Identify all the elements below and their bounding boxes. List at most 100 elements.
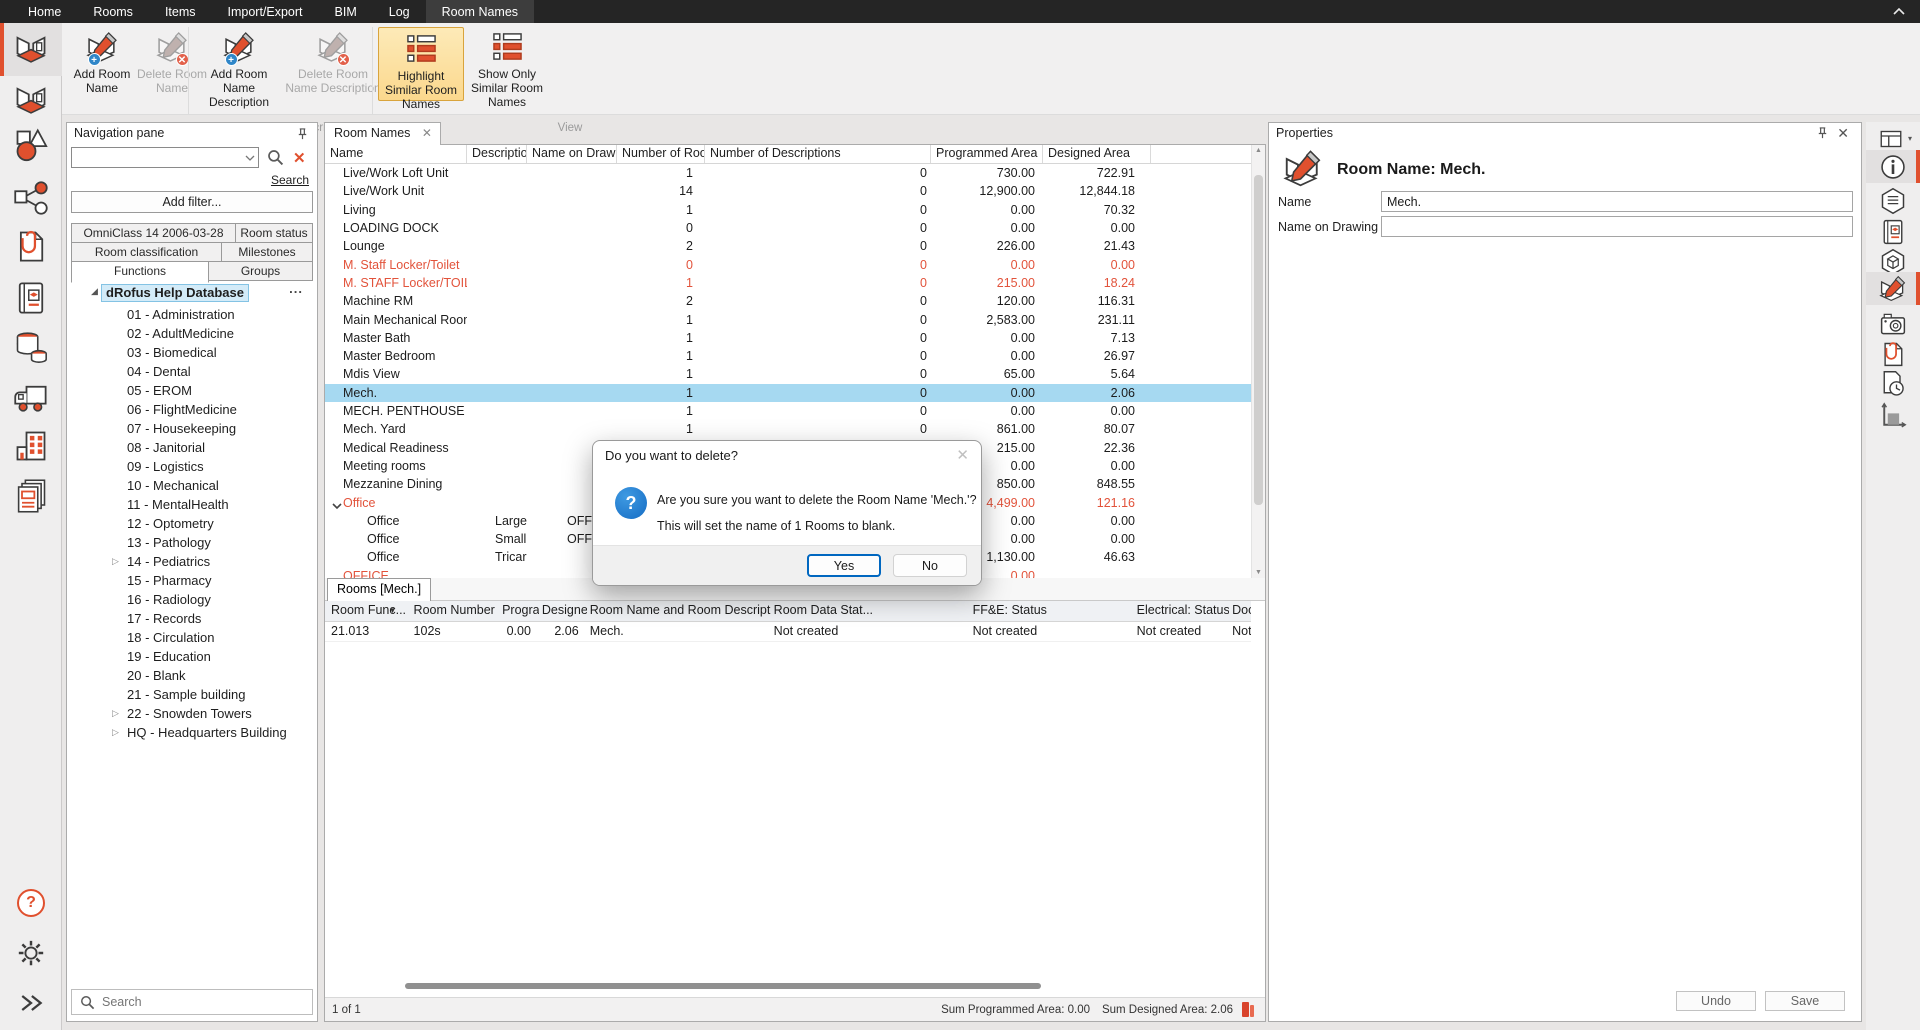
- name-on-drawing-field[interactable]: [1381, 216, 1853, 237]
- tree-item[interactable]: 07 - Housekeeping: [67, 419, 317, 438]
- close-tab-icon[interactable]: ✕: [422, 126, 432, 140]
- collapse-arrow-icon[interactable]: ◢: [91, 286, 98, 297]
- rooms-table-row[interactable]: 21.013102s0.002.06Mech.Not createdNot cr…: [325, 622, 1251, 642]
- attachment-icon[interactable]: [1879, 340, 1907, 368]
- rooms-col-header[interactable]: Room Func...▼: [328, 601, 411, 621]
- horizontal-scrollbar[interactable]: [325, 981, 1251, 991]
- undo-button[interactable]: Undo: [1676, 991, 1756, 1011]
- tree-item[interactable]: ▷22 - Snowden Towers: [67, 704, 317, 723]
- tree-item[interactable]: 18 - Circulation: [67, 628, 317, 647]
- tree-filter-search[interactable]: [71, 989, 313, 1015]
- history-icon[interactable]: [1879, 370, 1907, 398]
- tree-item[interactable]: 21 - Sample building: [67, 685, 317, 704]
- tree-item[interactable]: 15 - Pharmacy: [67, 571, 317, 590]
- room-name-row[interactable]: Machine RM20120.00116.31: [325, 292, 1251, 310]
- tree-root[interactable]: ◢ dRofus Help Database ...: [67, 283, 317, 305]
- tree-item[interactable]: 09 - Logistics: [67, 457, 317, 476]
- tab-groups[interactable]: Groups: [208, 261, 313, 281]
- room-name-row[interactable]: Live/Work Unit14012,900.0012,844.18: [325, 182, 1251, 200]
- room-name-row[interactable]: Mech. Yard10861.0080.07: [325, 420, 1251, 438]
- panel-layout-icon[interactable]: [1879, 127, 1903, 151]
- settings-gear-icon[interactable]: [16, 938, 46, 968]
- rooms-icon[interactable]: [13, 31, 49, 67]
- yes-button[interactable]: Yes: [807, 554, 881, 577]
- show-only-similar-room-names-button[interactable]: Show Only Similar Room Names: [464, 26, 550, 122]
- help-icon[interactable]: ?: [17, 889, 45, 917]
- rooms-col-header[interactable]: Electrical: Status: [1134, 601, 1229, 621]
- add-filter-button[interactable]: Add filter...: [71, 191, 313, 213]
- menu-log[interactable]: Log: [373, 0, 426, 23]
- col-programmed-area[interactable]: Programmed Area: [931, 145, 1043, 163]
- room-name-row[interactable]: MECH. PENTHOUSE100.000.00: [325, 402, 1251, 420]
- expand-arrow-icon[interactable]: ▷: [112, 704, 119, 723]
- logistics-icon[interactable]: [13, 380, 49, 416]
- pin-icon[interactable]: [1816, 127, 1829, 140]
- sort-descending-icon[interactable]: ▼: [389, 606, 397, 615]
- info-icon[interactable]: [1879, 153, 1907, 181]
- menu-home[interactable]: Home: [12, 0, 77, 23]
- hscrollbar-thumb[interactable]: [405, 983, 1041, 989]
- attached-documents-icon[interactable]: [13, 228, 49, 264]
- dialog-close-icon[interactable]: ✕: [956, 446, 969, 464]
- chevron-down-icon[interactable]: [245, 154, 255, 162]
- vertical-scrollbar[interactable]: ▲ ▼: [1251, 145, 1265, 578]
- room-name-edit-icon[interactable]: [1879, 275, 1907, 303]
- clear-search-icon[interactable]: ✕: [293, 149, 306, 167]
- col-number-of-rooms[interactable]: Number of Rooms: [617, 145, 705, 163]
- menu-items[interactable]: Items: [149, 0, 212, 23]
- expand-arrow-icon[interactable]: ▷: [112, 552, 119, 571]
- expand-arrow-icon[interactable]: ▷: [112, 723, 119, 742]
- room-name-row[interactable]: Mech.100.002.06: [325, 384, 1251, 402]
- room-name-row[interactable]: Master Bath100.007.13: [325, 329, 1251, 347]
- chevron-down-icon[interactable]: ▾: [1908, 134, 1912, 143]
- navigation-search-input[interactable]: [71, 147, 259, 168]
- tree-item[interactable]: ▷14 - Pediatrics: [67, 552, 317, 571]
- scroll-up-icon[interactable]: ▲: [1255, 147, 1262, 154]
- room-names-document-tab[interactable]: Room Names ✕: [324, 122, 441, 145]
- tree-filter-input[interactable]: [102, 993, 282, 1011]
- scroll-down-icon[interactable]: ▼: [1255, 569, 1262, 576]
- tree-item[interactable]: 17 - Records: [67, 609, 317, 628]
- search-link[interactable]: Search: [271, 173, 309, 187]
- more-options-button[interactable]: ...: [289, 281, 303, 296]
- tree-root-label[interactable]: dRofus Help Database: [101, 284, 249, 302]
- search-icon[interactable]: [267, 149, 284, 166]
- tree-item[interactable]: 04 - Dental: [67, 362, 317, 381]
- tree-item[interactable]: 05 - EROM: [67, 381, 317, 400]
- items-icon[interactable]: [13, 127, 49, 163]
- col-description[interactable]: Description: [467, 145, 527, 163]
- room-name-row[interactable]: Living100.0070.32: [325, 201, 1251, 219]
- tree-item[interactable]: 02 - AdultMedicine: [67, 324, 317, 343]
- bim-models-icon[interactable]: [13, 280, 49, 316]
- photo-icon[interactable]: [1879, 310, 1907, 338]
- tab-milestones[interactable]: Milestones: [221, 242, 313, 262]
- col-name-on-drawing[interactable]: Name on Drawing: [527, 145, 617, 163]
- rooms-col-header[interactable]: Door...: [1229, 601, 1251, 621]
- menu-room-names[interactable]: Room Names: [426, 0, 534, 23]
- database-icon[interactable]: [13, 330, 49, 366]
- tree-item[interactable]: 13 - Pathology: [67, 533, 317, 552]
- save-button[interactable]: Save: [1765, 991, 1845, 1011]
- menu-import-export[interactable]: Import/Export: [212, 0, 319, 23]
- rooms-col-header[interactable]: Room Number: [411, 601, 500, 621]
- col-number-of-descriptions[interactable]: Number of Descriptions: [705, 145, 931, 163]
- tree-item[interactable]: 10 - Mechanical: [67, 476, 317, 495]
- menu-bim[interactable]: BIM: [319, 0, 373, 23]
- room-name-row[interactable]: Lounge20226.0021.43: [325, 237, 1251, 255]
- collapse-row-icon[interactable]: [332, 500, 342, 510]
- rooms-col-header[interactable]: Room Data Stat...: [771, 601, 970, 621]
- tree-item[interactable]: 20 - Blank: [67, 666, 317, 685]
- collapse-ribbon-icon[interactable]: [1892, 5, 1906, 19]
- room-name-row[interactable]: Live/Work Loft Unit10730.00722.91: [325, 164, 1251, 182]
- col-name[interactable]: Name: [325, 145, 467, 163]
- rooms-col-header[interactable]: Designe...: [539, 601, 587, 621]
- tab-functions[interactable]: Functions: [71, 261, 209, 283]
- name-field[interactable]: [1381, 191, 1853, 212]
- scrollbar-thumb[interactable]: [1254, 175, 1263, 505]
- rooms-col-header[interactable]: Room Name and Room Description: [587, 601, 771, 621]
- tree-item[interactable]: 06 - FlightMedicine: [67, 400, 317, 419]
- chart-icon[interactable]: [1879, 402, 1907, 430]
- tab-room-status[interactable]: Room status: [235, 223, 313, 243]
- no-button[interactable]: No: [893, 554, 967, 577]
- highlight-similar-room-names-button[interactable]: Highlight Similar Room Names: [378, 27, 464, 101]
